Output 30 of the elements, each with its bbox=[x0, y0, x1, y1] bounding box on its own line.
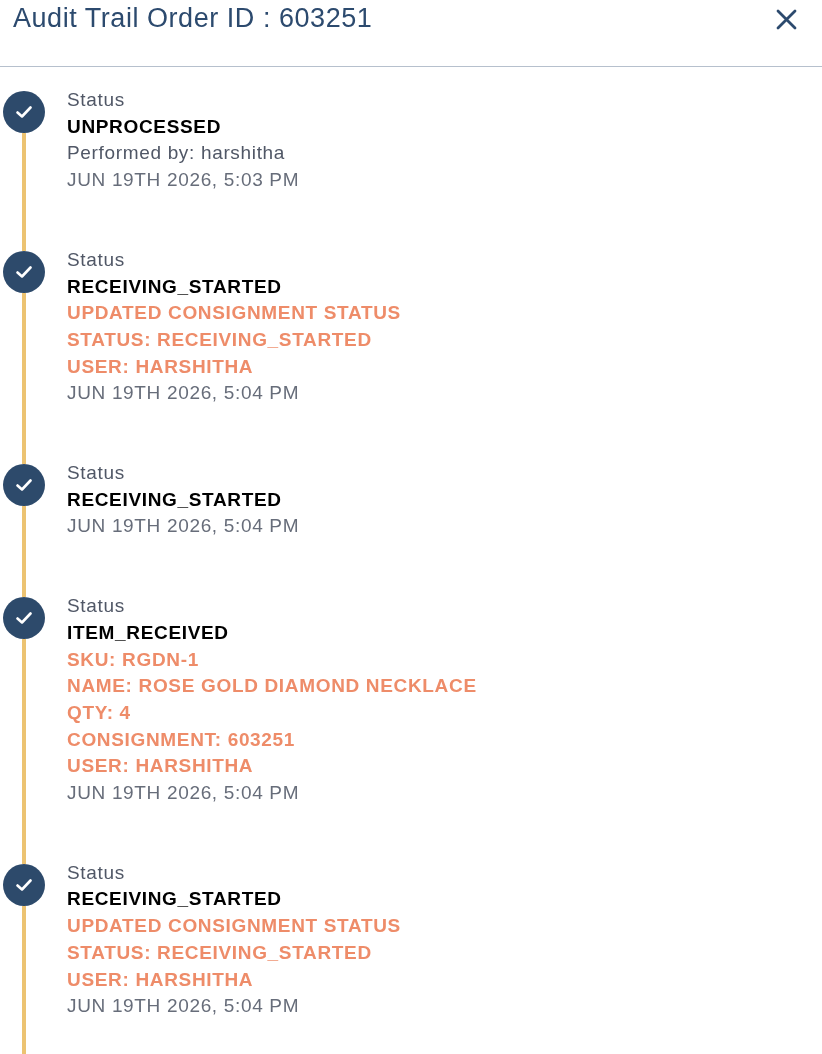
change-detail-text: SKU: RGDN-1 bbox=[67, 647, 200, 672]
change-detail-text: USER: HARSHITHA bbox=[67, 967, 255, 992]
change-detail-text: USER: HARSHITHA bbox=[67, 754, 255, 779]
status-value: RECEIVING_STARTED bbox=[67, 274, 283, 299]
change-detail-text: NAME: ROSE GOLD DIAMOND NECKLACE bbox=[67, 674, 477, 699]
change-detail-text: CONSIGNMENT: 603251 bbox=[67, 727, 297, 752]
dialog-title: Audit Trail Order ID : 603251 bbox=[13, 2, 373, 35]
status-value: ITEM_RECEIVED bbox=[67, 620, 230, 645]
change-detail-text: UPDATED CONSIGNMENT STATUS bbox=[67, 301, 401, 326]
performer-text: Performed by: harshitha bbox=[67, 141, 287, 166]
status-value: UNPROCESSED bbox=[67, 114, 223, 139]
status-value: RECEIVING_STARTED bbox=[67, 887, 283, 912]
timestamp: JUN 19TH 2026, 5:04 PM bbox=[67, 514, 300, 539]
status-value: RECEIVING_STARTED bbox=[67, 487, 283, 512]
change-detail-text: UPDATED CONSIGNMENT STATUS bbox=[67, 914, 401, 939]
change-detail-text: STATUS: RECEIVING_STARTED bbox=[67, 940, 373, 965]
close-button[interactable] bbox=[774, 7, 798, 31]
status-label: Status bbox=[67, 461, 126, 486]
timestamp: JUN 19TH 2026, 5:03 PM bbox=[67, 168, 300, 193]
timestamp: JUN 19TH 2026, 5:04 PM bbox=[67, 381, 301, 406]
change-detail-text: USER: HARSHITHA bbox=[67, 354, 255, 379]
status-label: Status bbox=[67, 860, 126, 885]
timestamp: JUN 19TH 2026, 5:04 PM bbox=[67, 994, 301, 1019]
status-label: Status bbox=[67, 88, 126, 112]
status-label: Status bbox=[67, 247, 126, 272]
timestamp: JUN 19TH 2026, 5:04 PM bbox=[67, 781, 301, 806]
close-icon bbox=[775, 8, 797, 30]
change-detail-text: STATUS: RECEIVING_STARTED bbox=[67, 327, 373, 352]
change-detail-text: QTY: 4 bbox=[67, 700, 132, 725]
status-label: Status bbox=[67, 594, 126, 619]
